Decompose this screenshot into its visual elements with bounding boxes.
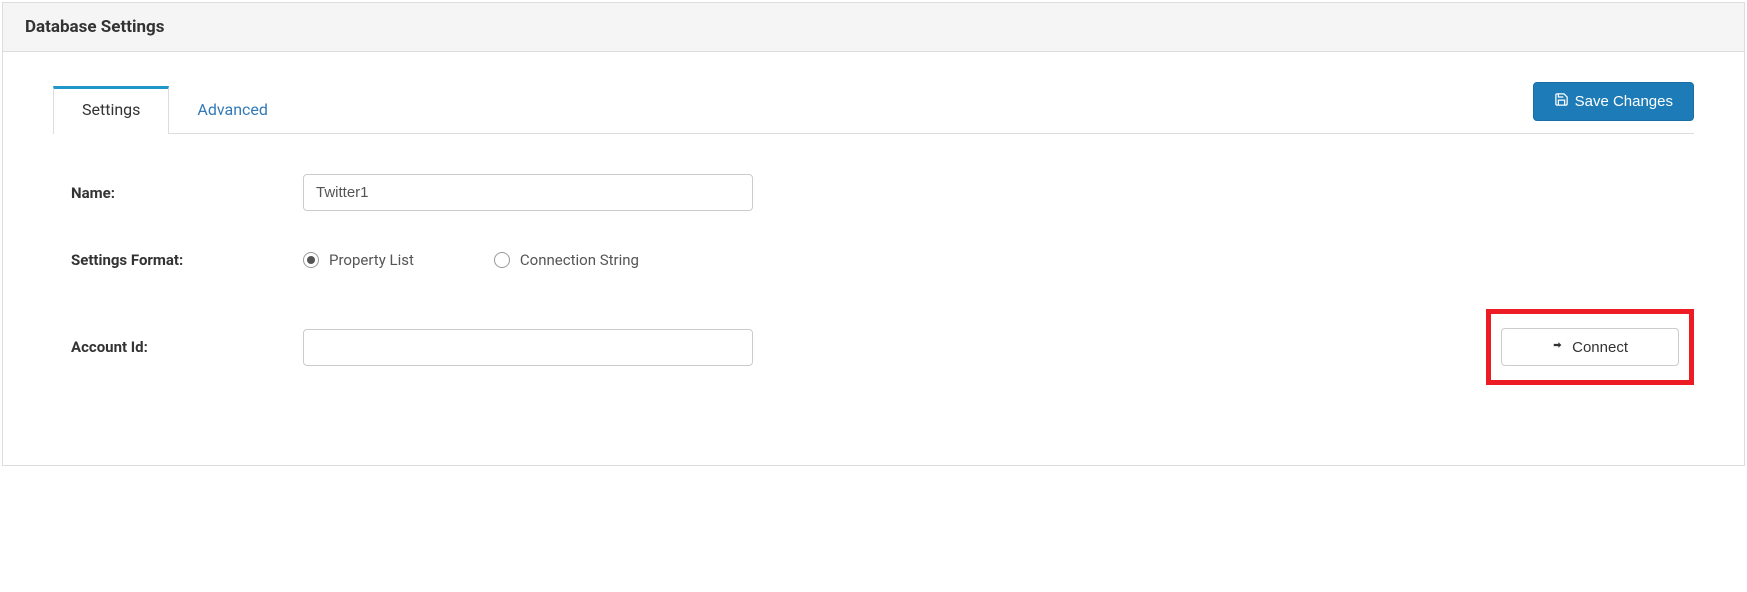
- sign-in-icon: [1552, 338, 1566, 356]
- tabs-row: Settings Advanced Save Changes: [53, 82, 1694, 134]
- radio-circle-icon: [303, 252, 319, 268]
- account-id-label: Account Id:: [53, 338, 303, 356]
- settings-format-radios: Property List Connection String: [303, 251, 639, 269]
- connect-button[interactable]: Connect: [1501, 328, 1679, 366]
- page-title: Database Settings: [25, 17, 1722, 37]
- account-id-left: Account Id:: [53, 329, 753, 366]
- radio-property-list[interactable]: Property List: [303, 251, 414, 269]
- tab-settings[interactable]: Settings: [53, 86, 169, 134]
- account-id-input[interactable]: [303, 329, 753, 366]
- connect-button-label: Connect: [1572, 339, 1628, 356]
- panel-body: Settings Advanced Save Changes Name:: [3, 52, 1744, 465]
- settings-format-row: Settings Format: Property List Connectio…: [53, 251, 1694, 269]
- tab-advanced-label: Advanced: [197, 100, 268, 119]
- tabs-container: Settings Advanced: [53, 86, 296, 133]
- radio-circle-icon: [494, 252, 510, 268]
- panel-header: Database Settings: [3, 3, 1744, 52]
- name-label: Name:: [53, 184, 303, 202]
- account-id-input-wrap: [303, 329, 753, 366]
- save-icon: [1554, 92, 1569, 111]
- tab-settings-label: Settings: [82, 100, 140, 119]
- radio-connection-string[interactable]: Connection String: [494, 251, 639, 269]
- save-button-label: Save Changes: [1575, 93, 1673, 110]
- save-changes-button[interactable]: Save Changes: [1533, 82, 1694, 121]
- radio-connection-string-label: Connection String: [520, 251, 639, 269]
- name-input-wrap: [303, 174, 753, 211]
- name-row: Name:: [53, 174, 1694, 211]
- account-id-row: Account Id: Connect: [53, 309, 1694, 385]
- radio-property-list-label: Property List: [329, 251, 414, 269]
- database-settings-panel: Database Settings Settings Advanced: [2, 2, 1745, 466]
- settings-format-label: Settings Format:: [53, 251, 303, 269]
- name-input[interactable]: [303, 174, 753, 211]
- tab-advanced[interactable]: Advanced: [169, 86, 296, 133]
- connect-highlight: Connect: [1486, 309, 1694, 385]
